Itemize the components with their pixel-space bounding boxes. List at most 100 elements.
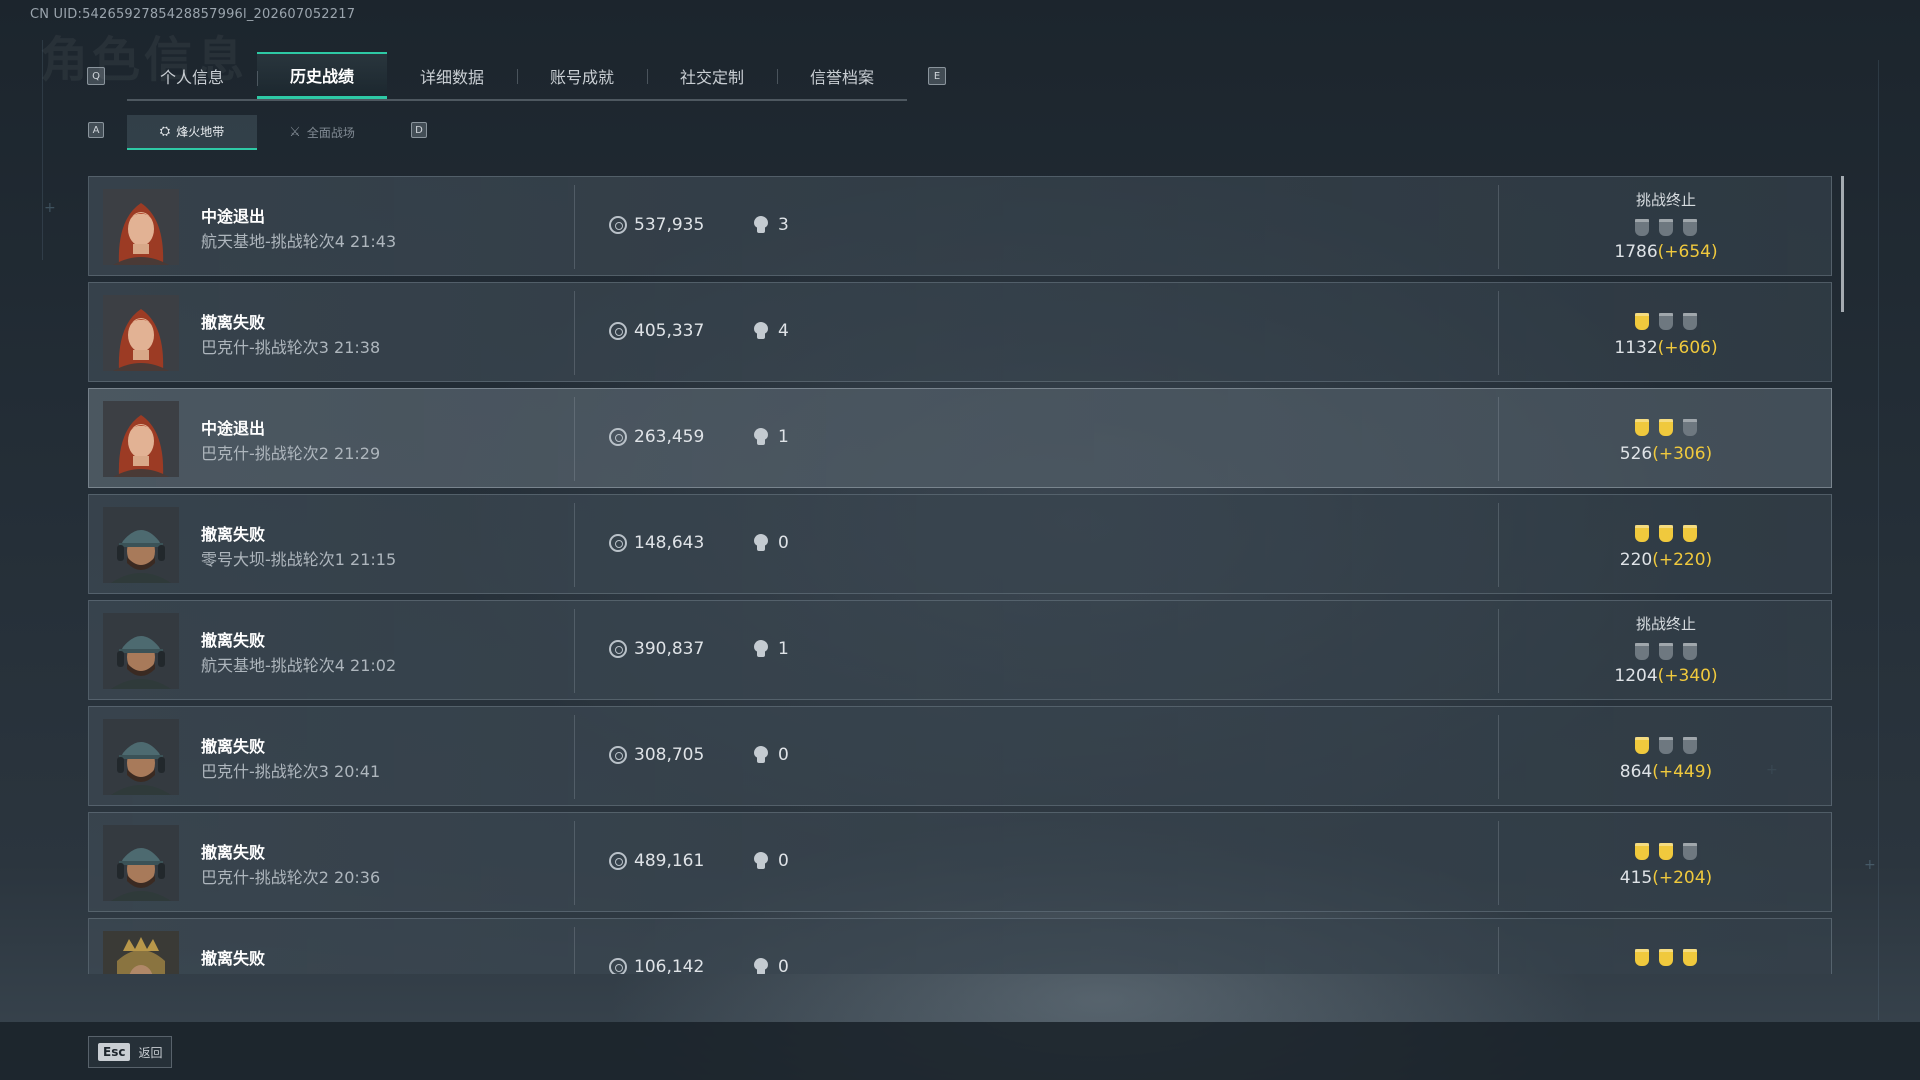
operator-avatar (103, 613, 179, 689)
challenge-progress: 挑战终止 1204(+340) (1499, 601, 1832, 701)
match-record-row[interactable]: 撤离失败 航天基地-挑战轮次4 21:02 390,837 1 挑战终止 120… (88, 600, 1832, 700)
shield-empty-icon (1635, 219, 1649, 236)
match-record-row[interactable]: 撤离失败 巴克什-挑战轮次3 21:38 405,337 4 1132(+606… (88, 282, 1832, 382)
shield-filled-icon (1635, 949, 1649, 966)
skull-icon (753, 216, 769, 234)
challenge-score: 220(+220) (1499, 550, 1832, 570)
shield-empty-icon (1683, 737, 1697, 754)
back-label: 返回 (138, 1045, 163, 1060)
tab-social-custom[interactable]: 社交定制 (647, 52, 777, 99)
match-record-row[interactable]: 撤离失败 106,142 0 (88, 918, 1832, 974)
skull-icon (753, 640, 769, 658)
deco-cross: + (44, 200, 56, 216)
money-value: 308,705 (609, 745, 704, 765)
match-status: 中途退出 (201, 419, 266, 438)
challenge-progress: 526(+306) (1499, 389, 1832, 489)
subtab-hazard-zone[interactable]: ⛭ 烽火地带 (127, 115, 257, 150)
shield-filled-icon (1635, 313, 1649, 330)
match-status: 中途退出 (201, 207, 266, 226)
deco-line-right (1878, 60, 1879, 1020)
match-record-row[interactable]: 中途退出 巴克什-挑战轮次2 21:29 263,459 1 526(+306) (88, 388, 1832, 488)
operator-avatar (103, 401, 179, 477)
challenge-progress: 864(+449) (1499, 707, 1832, 807)
score-gain: (+204) (1652, 868, 1713, 888)
tab-match-history[interactable]: 历史战绩 (257, 52, 387, 99)
back-button[interactable]: Esc 返回 (88, 1036, 172, 1068)
score-value: 864 (1619, 762, 1653, 782)
money-value: 489,161 (609, 851, 704, 871)
row-divider (574, 185, 575, 269)
shield-empty-icon (1659, 643, 1673, 660)
tab-personal-info[interactable]: 个人信息 (127, 52, 257, 99)
tab-detailed-data[interactable]: 详细数据 (387, 52, 517, 99)
challenge-progress: 1132(+606) (1499, 283, 1832, 383)
shield-filled-icon (1683, 949, 1697, 966)
challenge-shields (1499, 219, 1832, 236)
match-map-time: 航天基地-挑战轮次4 21:43 (201, 232, 397, 251)
shield-filled-icon (1683, 525, 1697, 542)
operator-avatar (103, 189, 179, 265)
subtab-label: 烽火地带 (176, 125, 225, 139)
row-divider (574, 503, 575, 587)
coin-icon (609, 852, 627, 870)
tab-prev-key[interactable]: Q (87, 67, 105, 85)
challenge-shields (1499, 419, 1832, 436)
list-scrollbar[interactable] (1841, 176, 1844, 312)
match-status: 撤离失败 (201, 313, 266, 332)
money-amount: 405,337 (634, 321, 705, 341)
match-status: 撤离失败 (201, 843, 266, 862)
skull-icon (753, 958, 769, 974)
challenge-terminated-label: 挑战终止 (1635, 191, 1696, 209)
kill-value: 1 (778, 427, 789, 447)
challenge-score: 1204(+340) (1499, 666, 1832, 686)
score-value: 526 (1619, 444, 1653, 464)
shield-empty-icon (1683, 219, 1697, 236)
score-gain: (+306) (1652, 444, 1713, 464)
money-amount: 263,459 (634, 427, 705, 447)
operator-avatar (103, 295, 179, 371)
match-record-row[interactable]: 中途退出 航天基地-挑战轮次4 21:43 537,935 3 挑战终止 178… (88, 176, 1832, 276)
coin-icon (609, 322, 627, 340)
shield-empty-icon (1659, 219, 1673, 236)
shield-empty-icon (1683, 843, 1697, 860)
money-amount: 390,837 (634, 639, 705, 659)
match-record-row[interactable]: 撤离失败 巴克什-挑战轮次3 20:41 308,705 0 864(+449) (88, 706, 1832, 806)
shield-empty-icon (1683, 419, 1697, 436)
coin-icon (609, 428, 627, 446)
operator-avatar (103, 719, 179, 795)
kill-count: 0 (753, 745, 789, 765)
shield-filled-icon (1635, 843, 1649, 860)
tab-next-key[interactable]: E (928, 67, 946, 85)
tab-achievements[interactable]: 账号成就 (517, 52, 647, 99)
shield-empty-icon (1683, 643, 1697, 660)
kill-value: 1 (778, 639, 789, 659)
row-divider (574, 927, 575, 974)
kill-value: 0 (778, 851, 789, 871)
kill-count: 0 (753, 957, 789, 974)
match-record-row[interactable]: 撤离失败 零号大坝-挑战轮次1 21:15 148,643 0 220(+220… (88, 494, 1832, 594)
subtab-warfare[interactable]: ⚔ 全面战场 (257, 115, 387, 150)
match-map-time: 巴克什-挑战轮次2 21:29 (201, 444, 381, 463)
shield-filled-icon (1659, 949, 1673, 966)
money-value: 405,337 (609, 321, 704, 341)
shield-empty-icon (1635, 643, 1649, 660)
shield-filled-icon (1659, 419, 1673, 436)
skull-icon (753, 322, 769, 340)
match-record-row[interactable]: 撤离失败 巴克什-挑战轮次2 20:36 489,161 0 415(+204) (88, 812, 1832, 912)
coin-icon (609, 958, 627, 974)
score-gain: (+340) (1657, 666, 1718, 686)
score-value: 415 (1619, 868, 1653, 888)
subtab-next-key[interactable]: D (411, 122, 427, 138)
kill-value: 4 (778, 321, 789, 341)
kill-count: 0 (753, 533, 789, 553)
challenge-progress: 415(+204) (1499, 813, 1832, 913)
row-divider (574, 821, 575, 905)
subtab-prev-key[interactable]: A (88, 122, 104, 138)
challenge-shields (1499, 737, 1832, 754)
tab-credit-record[interactable]: 信誉档案 (777, 52, 907, 99)
operator-avatar (103, 931, 179, 974)
match-map-time: 航天基地-挑战轮次4 21:02 (201, 656, 397, 675)
row-divider (574, 397, 575, 481)
money-amount: 537,935 (634, 215, 705, 235)
sub-tab-bar: ⛭ 烽火地带 ⚔ 全面战场 (127, 115, 387, 150)
